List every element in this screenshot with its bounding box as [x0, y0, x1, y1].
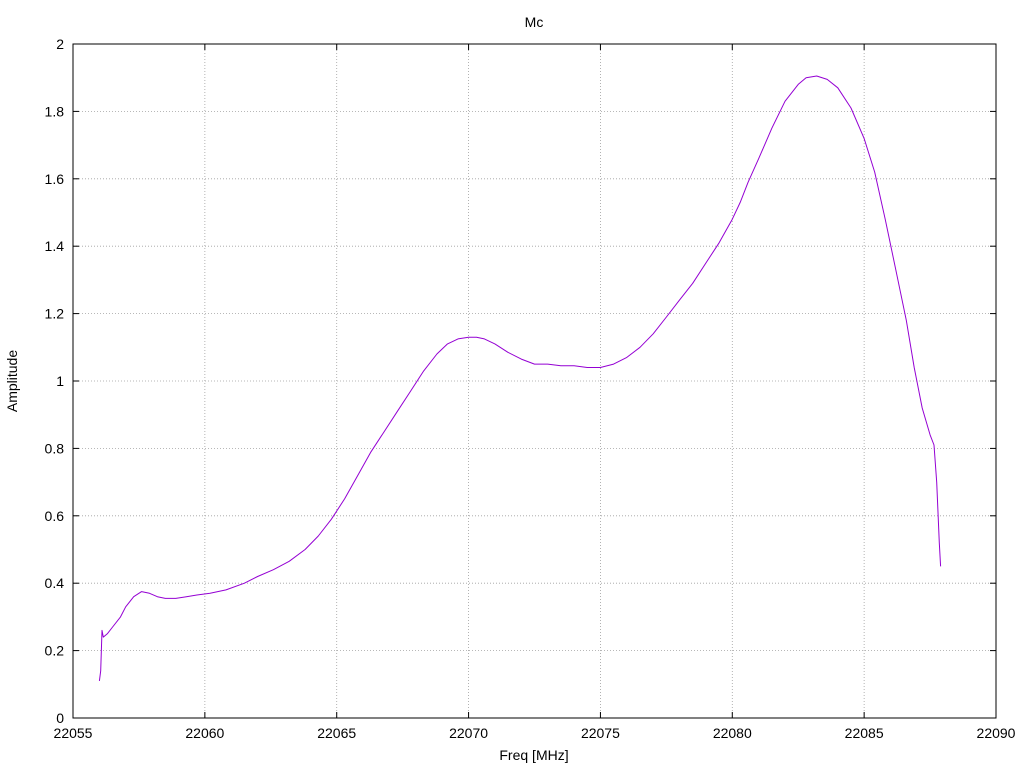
y-tick-label: 0.8 [45, 440, 65, 456]
y-tick-label: 1.6 [45, 171, 65, 187]
x-tick-label: 22070 [449, 725, 488, 741]
x-tick-label: 22090 [977, 725, 1016, 741]
y-axis-label: Amplitude [4, 350, 20, 412]
x-tick-label: 22085 [845, 725, 884, 741]
y-tick-label: 1 [56, 373, 64, 389]
y-tick-label: 2 [56, 36, 64, 52]
y-tick-label: 0 [56, 710, 64, 726]
chart-background [0, 0, 1024, 768]
x-tick-label: 22060 [185, 725, 224, 741]
y-tick-label: 1.8 [45, 103, 65, 119]
x-tick-label: 22065 [317, 725, 356, 741]
x-axis-label: Freq [MHz] [499, 747, 568, 763]
chart: 22055 22060 22065 22070 22075 22080 22085 22090… [0, 0, 1024, 768]
y-tick-label: 0.4 [45, 575, 65, 591]
y-tick-label: 1.2 [45, 306, 65, 322]
x-tick-label: 22075 [581, 725, 620, 741]
y-tick-label: 0.2 [45, 643, 65, 659]
chart-title: Mc [525, 14, 544, 30]
y-tick-label: 1.4 [45, 238, 65, 254]
x-tick-label: 22055 [54, 725, 93, 741]
y-tick-label: 0.6 [45, 508, 65, 524]
x-tick-label: 22080 [713, 725, 752, 741]
